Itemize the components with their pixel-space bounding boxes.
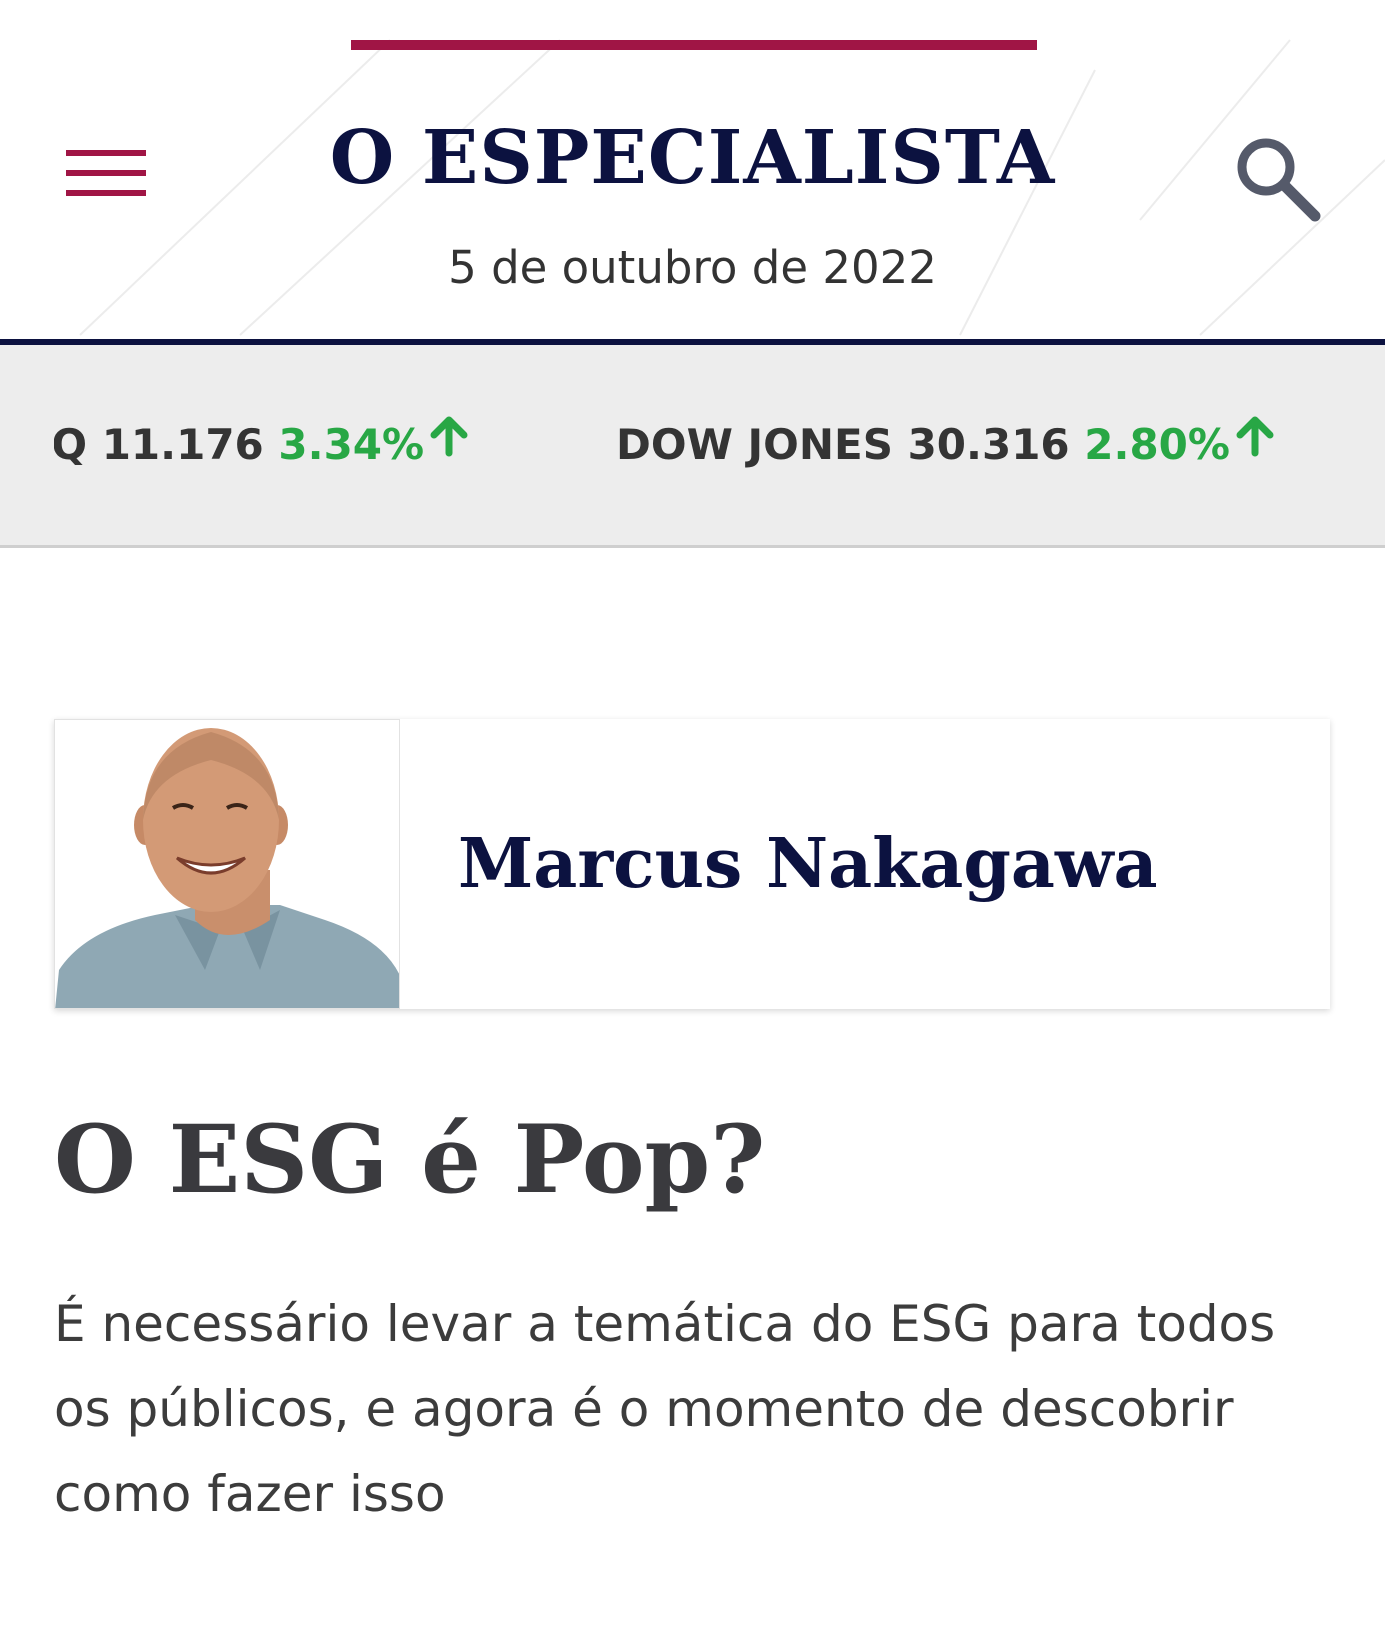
arrow-up-icon [430, 345, 468, 543]
author-name[interactable]: Marcus Nakagawa [458, 819, 1158, 909]
ticker-change: 3.34% [278, 420, 425, 469]
ticker-value: 30.316 [907, 420, 1070, 469]
ticker-change: 2.80% [1084, 420, 1230, 469]
article-subtitle: É necessário levar a temática do ESG par… [54, 1295, 1276, 1523]
arrow-up-icon [1236, 345, 1274, 543]
market-ticker: DAQ 11.176 3.34% DOW JONES 30.316 2.80% [0, 345, 1385, 548]
ticker-item-nasdaq[interactable]: DAQ 11.176 3.34% [54, 345, 468, 545]
masthead-date: 5 de outubro de 2022 [448, 241, 937, 294]
ticker-item-dow-jones[interactable]: DOW JONES 30.316 2.80% [616, 345, 1274, 545]
top-accent-rule [351, 40, 1037, 50]
site-header: O ESPECIALISTA 5 de outubro de 2022 [0, 0, 1385, 340]
ticker-clip: DAQ 11.176 3.34% [54, 345, 524, 545]
article-title[interactable]: O ESG é Pop? [54, 1100, 1330, 1220]
ticker-label: DOW JONES [616, 420, 893, 469]
ticker-label: DAQ [54, 420, 88, 469]
author-card[interactable]: Marcus Nakagawa [54, 719, 1330, 1009]
ticker-value: 11.176 [101, 420, 264, 469]
search-icon[interactable] [1232, 132, 1322, 222]
site-title[interactable]: O ESPECIALISTA [0, 108, 1385, 208]
author-avatar [54, 719, 400, 1009]
